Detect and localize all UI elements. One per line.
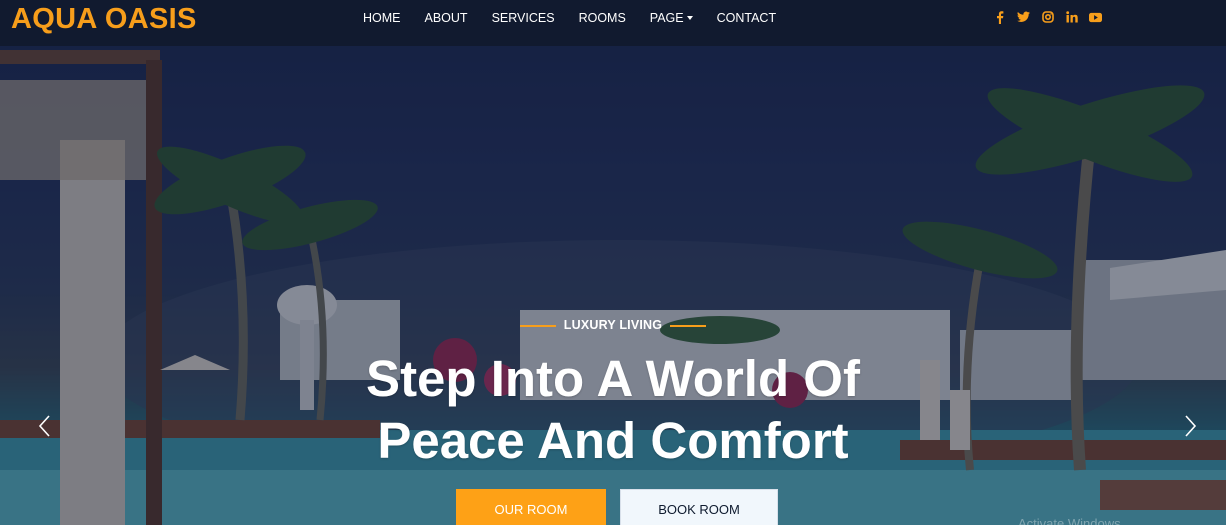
nav-item-label: SERVICES [491, 11, 555, 25]
nav-item-label: ABOUT [424, 11, 468, 25]
chevron-left-icon [38, 415, 50, 437]
our-room-button[interactable]: OUR ROOM [456, 489, 606, 525]
youtube-icon[interactable] [1089, 10, 1102, 24]
instagram-icon[interactable] [1041, 10, 1054, 24]
nav-item-label: HOME [363, 11, 401, 25]
nav-item-label: CONTACT [716, 11, 777, 25]
carousel-next-arrow[interactable] [1184, 414, 1198, 438]
eyebrow-line-left [519, 324, 556, 327]
nav-item-services[interactable]: SERVICES [492, 11, 555, 25]
book-room-button[interactable]: BOOK ROOM [620, 489, 778, 525]
main-nav: HOME ABOUT SERVICES ROOMS PAGE CONTACT [363, 11, 800, 25]
linkedin-icon[interactable] [1065, 10, 1078, 24]
nav-item-contact[interactable]: CONTACT [717, 11, 777, 25]
nav-item-page-dropdown[interactable]: PAGE [650, 11, 693, 25]
facebook-icon[interactable] [993, 10, 1006, 24]
nav-item-rooms[interactable]: ROOMS [579, 11, 626, 25]
hero-headline: Step Into A World Of Peace And Comfort [0, 348, 1226, 472]
nav-item-about[interactable]: ABOUT [425, 11, 468, 25]
chevron-right-icon [1185, 415, 1197, 437]
nav-item-home[interactable]: HOME [363, 11, 401, 25]
carousel-prev-arrow[interactable] [37, 414, 51, 438]
hero-headline-line1: Step Into A World Of [366, 350, 860, 407]
social-links [993, 10, 1113, 24]
activate-windows-watermark: Activate Windows [1018, 516, 1121, 525]
hero-eyebrow: LUXURY LIVING [0, 318, 1226, 332]
twitter-icon[interactable] [1017, 10, 1030, 24]
brand-logo[interactable]: AQUA OASIS [11, 3, 197, 36]
nav-item-label: PAGE [649, 11, 684, 25]
caret-down-icon [686, 16, 693, 20]
hero-headline-line2: Peace And Comfort [377, 412, 849, 469]
hero-eyebrow-text: LUXURY LIVING [563, 318, 663, 332]
nav-item-label: ROOMS [578, 11, 626, 25]
eyebrow-line-right [670, 324, 707, 327]
top-navbar: AQUA OASIS HOME ABOUT SERVICES ROOMS PAG… [0, 0, 1226, 46]
